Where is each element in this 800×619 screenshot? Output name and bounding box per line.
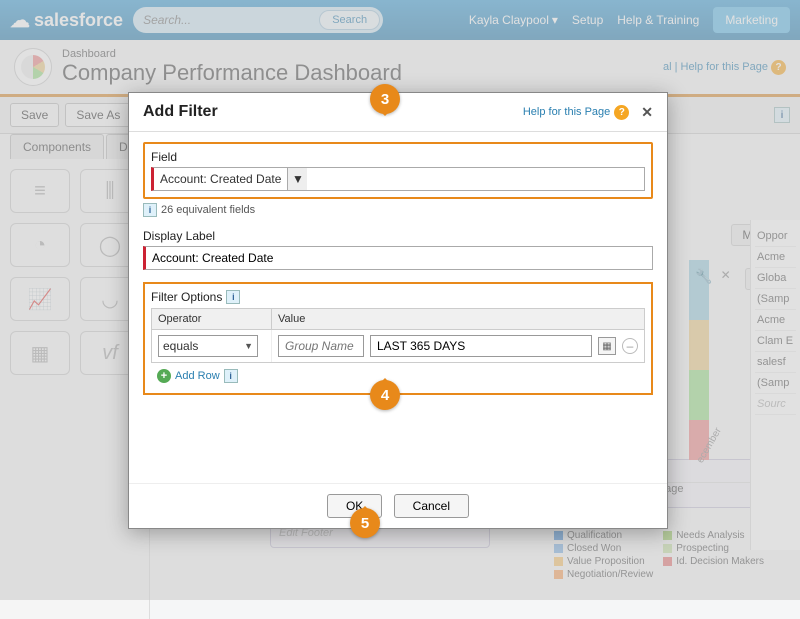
- group-name-input[interactable]: [278, 335, 364, 357]
- modal-footer: OK Cancel: [129, 483, 667, 528]
- display-label-input[interactable]: [143, 246, 653, 270]
- info-icon[interactable]: i: [226, 290, 240, 304]
- chevron-down-icon: ▼: [244, 341, 253, 351]
- cancel-button[interactable]: Cancel: [394, 494, 469, 518]
- callout-3: 3: [370, 84, 400, 114]
- equivalent-fields: i 26 equivalent fields: [143, 203, 653, 217]
- value-input[interactable]: [370, 335, 592, 357]
- operator-header: Operator: [152, 309, 272, 330]
- plus-icon: +: [157, 369, 171, 383]
- modal-title: Add Filter: [143, 103, 218, 121]
- close-icon[interactable]: ✕: [641, 104, 653, 121]
- filter-options-label: Filter Options i: [151, 290, 645, 304]
- callout-4: 4: [370, 380, 400, 410]
- field-section-highlight: Field Account: Created Date ▼: [143, 142, 653, 199]
- operator-select[interactable]: equals▼: [158, 335, 258, 357]
- modal-help-link[interactable]: Help for this Page: [523, 106, 610, 118]
- calendar-icon[interactable]: ▦: [598, 337, 616, 355]
- info-icon[interactable]: i: [143, 203, 157, 217]
- value-header: Value: [272, 309, 644, 330]
- filter-grid: Operator Value equals▼ ▦: [151, 308, 645, 363]
- help-icon: ?: [614, 105, 629, 120]
- display-label: Display Label: [143, 229, 653, 243]
- add-filter-modal: Add Filter Help for this Page ? ✕ Field …: [128, 92, 668, 529]
- callout-5: 5: [350, 508, 380, 538]
- info-icon[interactable]: i: [224, 369, 238, 383]
- field-label: Field: [151, 150, 645, 164]
- remove-row-icon[interactable]: –: [622, 338, 638, 354]
- field-select[interactable]: Account: Created Date ▼: [151, 167, 645, 191]
- filter-options-highlight: Filter Options i Operator Value equals▼: [143, 282, 653, 395]
- chevron-down-icon: ▼: [287, 168, 307, 190]
- add-row-link[interactable]: + Add Row i: [151, 363, 645, 383]
